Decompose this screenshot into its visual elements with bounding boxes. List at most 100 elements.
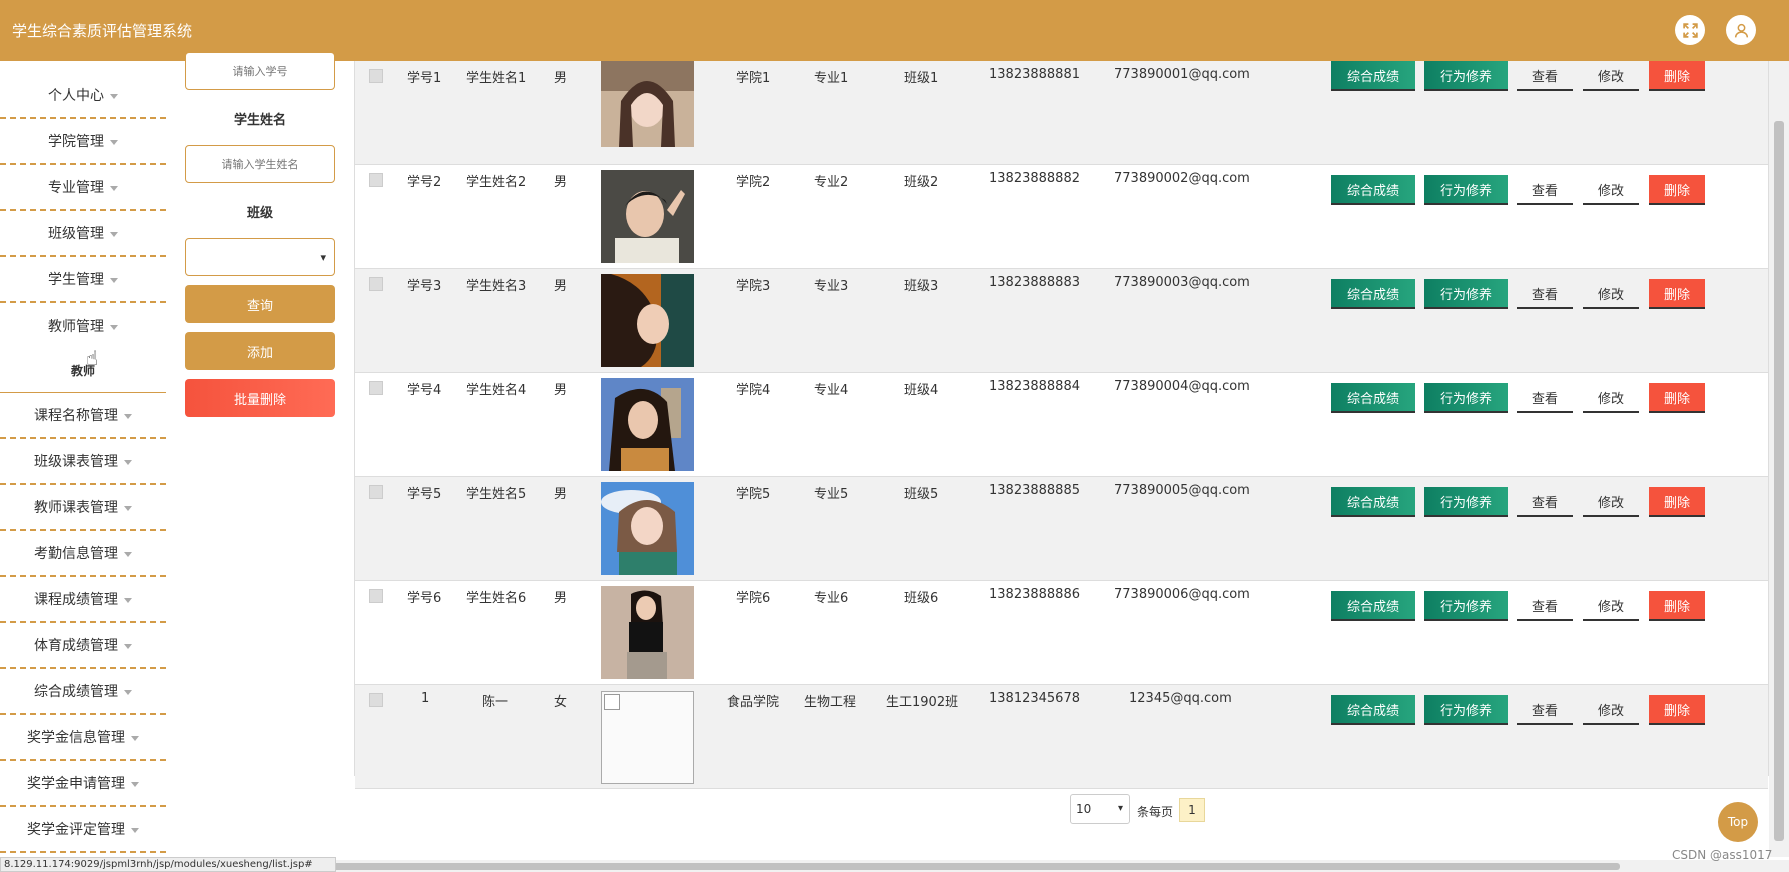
composite-score-button[interactable]: 综合成绩 (1331, 695, 1415, 725)
view-button[interactable]: 查看 (1517, 487, 1573, 517)
sidebar-item-scholarship-review[interactable]: 奖学金评定管理 (0, 807, 166, 853)
behavior-button[interactable]: 行为修养 (1424, 591, 1508, 621)
view-button[interactable]: 查看 (1517, 175, 1573, 205)
cell-gender: 男 (554, 591, 568, 606)
sidebar-item-class[interactable]: 班级管理 (0, 211, 166, 257)
expand-icon[interactable] (1675, 15, 1705, 45)
sidebar-item-scholarship-info[interactable]: 奖学金信息管理 (0, 715, 166, 761)
table-row: 学号3 学生姓名3 男 学院3 专业3 班级3 13823888883 7738… (355, 269, 1768, 373)
cell-email: 773890001@qq.com (1114, 67, 1250, 82)
cell-gender: 男 (554, 383, 568, 398)
view-button[interactable]: 查看 (1517, 383, 1573, 413)
composite-score-button[interactable]: 综合成绩 (1331, 383, 1415, 413)
student-id-input[interactable] (185, 52, 335, 90)
sidebar-item-profile[interactable]: 个人中心 (0, 73, 166, 119)
student-name-input[interactable] (185, 145, 335, 183)
sidebar-item-major[interactable]: 专业管理 (0, 165, 166, 211)
sidebar-item-scholarship-apply[interactable]: 奖学金申请管理 (0, 761, 166, 807)
chevron-down-icon (110, 231, 118, 237)
edit-button[interactable]: 修改 (1583, 175, 1639, 205)
sidebar-item-course-score[interactable]: 课程成绩管理 (0, 577, 166, 623)
row-checkbox[interactable] (369, 277, 383, 291)
row-checkbox[interactable] (369, 485, 383, 499)
page-number-current[interactable]: 1 (1179, 798, 1205, 822)
page-size-select[interactable]: 10 ▾ (1070, 794, 1130, 824)
sidebar-item-pe-score[interactable]: 体育成绩管理 (0, 623, 166, 669)
behavior-button[interactable]: 行为修养 (1424, 61, 1508, 91)
sidebar: 个人中心 学院管理 专业管理 班级管理 学生管理 教师管理 教师 课程名称管理 … (0, 61, 166, 857)
delete-button[interactable]: 删除 (1649, 695, 1705, 725)
cell-phone: 13823888881 (989, 67, 1080, 82)
delete-button[interactable]: 删除 (1649, 383, 1705, 413)
sidebar-item-attendance[interactable]: 考勤信息管理 (0, 531, 166, 577)
query-button[interactable]: 查询 (185, 285, 335, 323)
cell-class: 班级3 (904, 279, 939, 294)
edit-button[interactable]: 修改 (1583, 279, 1639, 309)
view-button[interactable]: 查看 (1517, 61, 1573, 91)
table-row: 学号2 学生姓名2 男 学院2 专业2 班级2 13823888882 7738… (355, 165, 1768, 269)
sidebar-item-teacher-schedule[interactable]: 教师课表管理 (0, 485, 166, 531)
composite-score-button[interactable]: 综合成绩 (1331, 591, 1415, 621)
view-button[interactable]: 查看 (1517, 591, 1573, 621)
view-button[interactable]: 查看 (1517, 695, 1573, 725)
user-icon[interactable] (1726, 15, 1756, 45)
cell-student-name: 陈一 (482, 695, 509, 710)
student-table: 学号1 学生姓名1 男 学院1 专业1 班级1 13823888881 7738… (354, 61, 1769, 789)
row-checkbox[interactable] (369, 173, 383, 187)
table-row: 学号6 学生姓名6 男 学院6 专业6 班级6 13823888886 7738… (355, 581, 1768, 685)
cell-major: 专业2 (814, 175, 849, 190)
scrollbar-thumb[interactable] (1774, 121, 1784, 841)
sidebar-subitem-teacher[interactable]: 教师 (0, 349, 166, 393)
sidebar-item-composite-score[interactable]: 综合成绩管理 (0, 669, 166, 715)
composite-score-button[interactable]: 综合成绩 (1331, 487, 1415, 517)
edit-button[interactable]: 修改 (1583, 591, 1639, 621)
composite-score-button[interactable]: 综合成绩 (1331, 175, 1415, 205)
edit-button[interactable]: 修改 (1583, 61, 1639, 91)
cell-college: 学院1 (736, 71, 771, 86)
behavior-button[interactable]: 行为修养 (1424, 279, 1508, 309)
behavior-button[interactable]: 行为修养 (1424, 487, 1508, 517)
scrollbar-thumb[interactable] (330, 863, 1620, 870)
row-checkbox[interactable] (369, 381, 383, 395)
vertical-scrollbar[interactable] (1769, 61, 1789, 857)
class-select[interactable]: ▾ (185, 238, 335, 276)
sidebar-item-teacher[interactable]: 教师管理 (0, 303, 166, 349)
cell-student-name: 学生姓名2 (466, 175, 527, 190)
chevron-down-icon (124, 597, 132, 603)
sidebar-item-student[interactable]: 学生管理 (0, 257, 166, 303)
delete-button[interactable]: 删除 (1649, 591, 1705, 621)
view-button[interactable]: 查看 (1517, 279, 1573, 309)
composite-score-button[interactable]: 综合成绩 (1331, 61, 1415, 91)
batch-delete-button[interactable]: 批量删除 (185, 379, 335, 417)
sidebar-item-class-schedule[interactable]: 班级课表管理 (0, 439, 166, 485)
delete-button[interactable]: 删除 (1649, 61, 1705, 91)
cell-major: 专业1 (814, 71, 849, 86)
edit-button[interactable]: 修改 (1583, 383, 1639, 413)
chevron-down-icon: ▾ (320, 251, 326, 264)
sidebar-item-course-name[interactable]: 课程名称管理 (0, 393, 166, 439)
cell-phone: 13823888882 (989, 171, 1080, 186)
sidebar-item-college[interactable]: 学院管理 (0, 119, 166, 165)
watermark: CSDN @ass1017 (1672, 848, 1773, 862)
behavior-button[interactable]: 行为修养 (1424, 383, 1508, 413)
add-button[interactable]: 添加 (185, 332, 335, 370)
row-checkbox[interactable] (369, 589, 383, 603)
row-checkbox[interactable] (369, 69, 383, 83)
chevron-down-icon (124, 689, 132, 695)
behavior-button[interactable]: 行为修养 (1424, 175, 1508, 205)
back-to-top-button[interactable]: Top (1718, 802, 1758, 842)
delete-button[interactable]: 删除 (1649, 175, 1705, 205)
hand-cursor-icon: ☝ (86, 346, 99, 370)
cell-student-id: 学号3 (407, 279, 442, 294)
edit-button[interactable]: 修改 (1583, 487, 1639, 517)
cell-major: 专业5 (814, 487, 849, 502)
cell-class: 班级5 (904, 487, 939, 502)
delete-button[interactable]: 删除 (1649, 279, 1705, 309)
chevron-down-icon (110, 93, 118, 99)
behavior-button[interactable]: 行为修养 (1424, 695, 1508, 725)
row-checkbox[interactable] (369, 693, 383, 707)
composite-score-button[interactable]: 综合成绩 (1331, 279, 1415, 309)
edit-button[interactable]: 修改 (1583, 695, 1639, 725)
delete-button[interactable]: 删除 (1649, 487, 1705, 517)
cell-email: 12345@qq.com (1129, 691, 1232, 706)
